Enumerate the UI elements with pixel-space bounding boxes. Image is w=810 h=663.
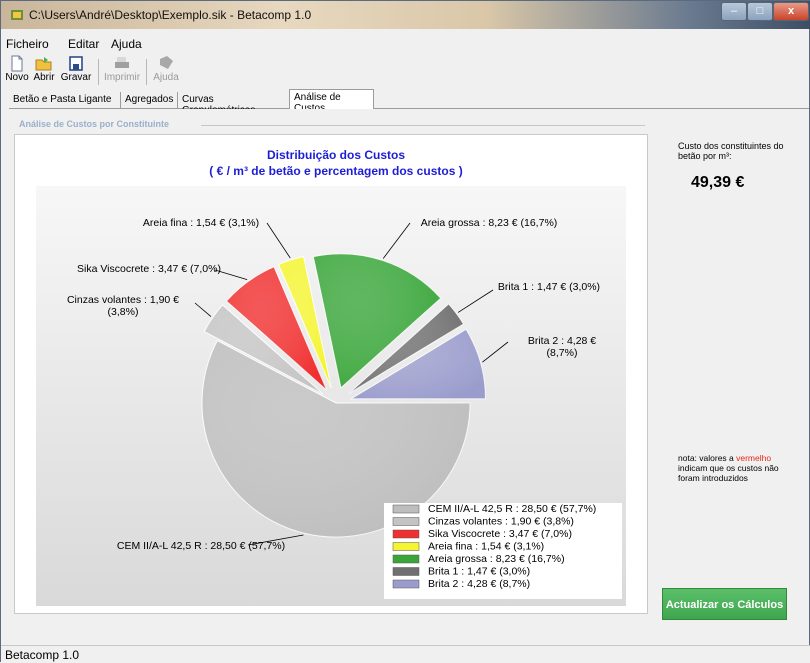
note-red-word: vermelho xyxy=(736,453,772,463)
legend-entry-1: Cinzas volantes : 1,90 € (3,8%) xyxy=(428,516,574,528)
legend-entry-6: Brita 2 : 4,28 € (8,7%) xyxy=(428,578,530,590)
slice-label-0: CEM II/A-L 42,5 R : 28,50 € (57,7%) xyxy=(117,540,285,552)
legend-entry-4: Areia grossa : 8,23 € (16,7%) xyxy=(428,553,565,565)
menu-ajuda[interactable]: Ajuda xyxy=(111,37,142,51)
menu-editar[interactable]: Editar xyxy=(68,37,99,51)
help-button[interactable]: Ajuda xyxy=(152,55,180,89)
legend-entry-2: Sika Viscocrete : 3,47 € (7,0%) xyxy=(428,528,572,540)
tab-analise-custos[interactable]: Análise de Custos xyxy=(289,89,374,114)
legend-entry-3: Areia fina : 1,54 € (3,1%) xyxy=(428,541,544,553)
save-disk-icon xyxy=(69,56,83,71)
help-label: Ajuda xyxy=(153,72,179,83)
chart-title: Distribuição dos Custos xyxy=(267,148,405,162)
save-label: Gravar xyxy=(60,72,92,83)
note: nota: valores a vermelho indicam que os … xyxy=(678,453,798,483)
slice-label-4: Areia grossa : 8,23 € (16,7%) xyxy=(421,217,558,229)
section-divider xyxy=(201,125,645,126)
print-button[interactable]: Imprimir xyxy=(103,55,141,89)
maximize-button[interactable]: □ xyxy=(747,2,773,21)
new-file-icon xyxy=(11,55,23,72)
slice-label-2: Sika Viscocrete : 3,47 € (7,0%) xyxy=(77,263,221,275)
help-icon xyxy=(160,56,173,69)
update-calculations-button[interactable]: Actualizar os Cálculos xyxy=(662,588,787,620)
menu-bar: Ficheiro Editar Ajuda xyxy=(1,37,810,53)
window-title: C:\Users\André\Desktop\Exemplo.sik - Bet… xyxy=(29,8,312,22)
open-button[interactable]: Abrir xyxy=(31,55,57,89)
legend-entry-5: Brita 1 : 1,47 € (3,0%) xyxy=(428,566,530,578)
tab-curvas-granulometricas[interactable]: Curvas Granulométricas xyxy=(178,92,293,116)
printer-icon xyxy=(115,57,129,68)
note-prefix: nota: valores a xyxy=(678,453,737,463)
note-suffix: indicam que os custos não foram introduz… xyxy=(678,463,779,483)
print-label: Imprimir xyxy=(103,72,141,83)
slice-label-6: Brita 2 : 4,28 € xyxy=(528,335,596,347)
legend-swatch-3 xyxy=(392,542,420,551)
legend-swatch-5 xyxy=(392,567,420,576)
cost-title: Custo dos constituintes do betão por m³: xyxy=(678,141,784,161)
close-button[interactable]: x xyxy=(773,2,809,21)
section-title: Análise de Custos por Constituinte xyxy=(19,119,170,129)
total-cost-value: 49,39 € xyxy=(691,174,745,191)
tab-bar: Betão e Pasta Ligante Agregados Curvas G… xyxy=(9,89,809,116)
toolbar-separator xyxy=(98,59,99,85)
menu-ficheiro[interactable]: Ficheiro xyxy=(6,37,49,51)
tab-betao-pasta-ligante[interactable]: Betão e Pasta Ligante xyxy=(9,92,121,109)
status-text: Betacomp 1.0 xyxy=(5,648,80,662)
legend-swatch-2 xyxy=(392,529,420,539)
minimize-button[interactable]: – xyxy=(721,2,747,21)
toolbar: Novo Abrir Gravar Imprimir Ajuda xyxy=(1,55,810,89)
slice-label-1: Cinzas volantes : 1,90 € xyxy=(67,294,179,306)
cost-chart: Distribuição dos Custos ( € / m³ de betã… xyxy=(14,134,648,614)
new-button[interactable]: Novo xyxy=(4,55,30,89)
app-icon xyxy=(11,10,23,20)
pie-chart: Distribuição dos Custos ( € / m³ de betã… xyxy=(36,148,626,606)
legend-swatch-6 xyxy=(392,579,420,589)
legend-entry-0: CEM II/A-L 42,5 R : 28,50 € (57,7%) xyxy=(428,503,596,515)
slice-label-1: (3,8%) xyxy=(108,306,139,318)
legend-swatch-1 xyxy=(392,517,420,526)
open-label: Abrir xyxy=(33,72,55,83)
save-button[interactable]: Gravar xyxy=(59,55,93,89)
title-bar[interactable]: C:\Users\André\Desktop\Exemplo.sik - Bet… xyxy=(1,1,810,29)
chart-legend: CEM II/A-L 42,5 R : 28,50 € (57,7%)Cinza… xyxy=(384,503,622,599)
app-window: C:\Users\André\Desktop\Exemplo.sik - Bet… xyxy=(0,0,810,663)
slice-label-3: Areia fina : 1,54 € (3,1%) xyxy=(143,217,259,229)
status-bar: Betacomp 1.0 xyxy=(1,645,810,663)
toolbar-separator xyxy=(146,59,147,85)
open-folder-icon xyxy=(35,57,52,71)
tab-agregados[interactable]: Agregados xyxy=(121,92,178,109)
chart-subtitle: ( € / m³ de betão e percentagem dos cust… xyxy=(209,164,462,178)
new-label: Novo xyxy=(5,72,29,83)
slice-label-5: Brita 1 : 1,47 € (3,0%) xyxy=(498,281,600,293)
legend-swatch-4 xyxy=(392,554,420,564)
legend-swatch-0 xyxy=(392,504,420,514)
slice-label-6: (8,7%) xyxy=(547,347,578,359)
